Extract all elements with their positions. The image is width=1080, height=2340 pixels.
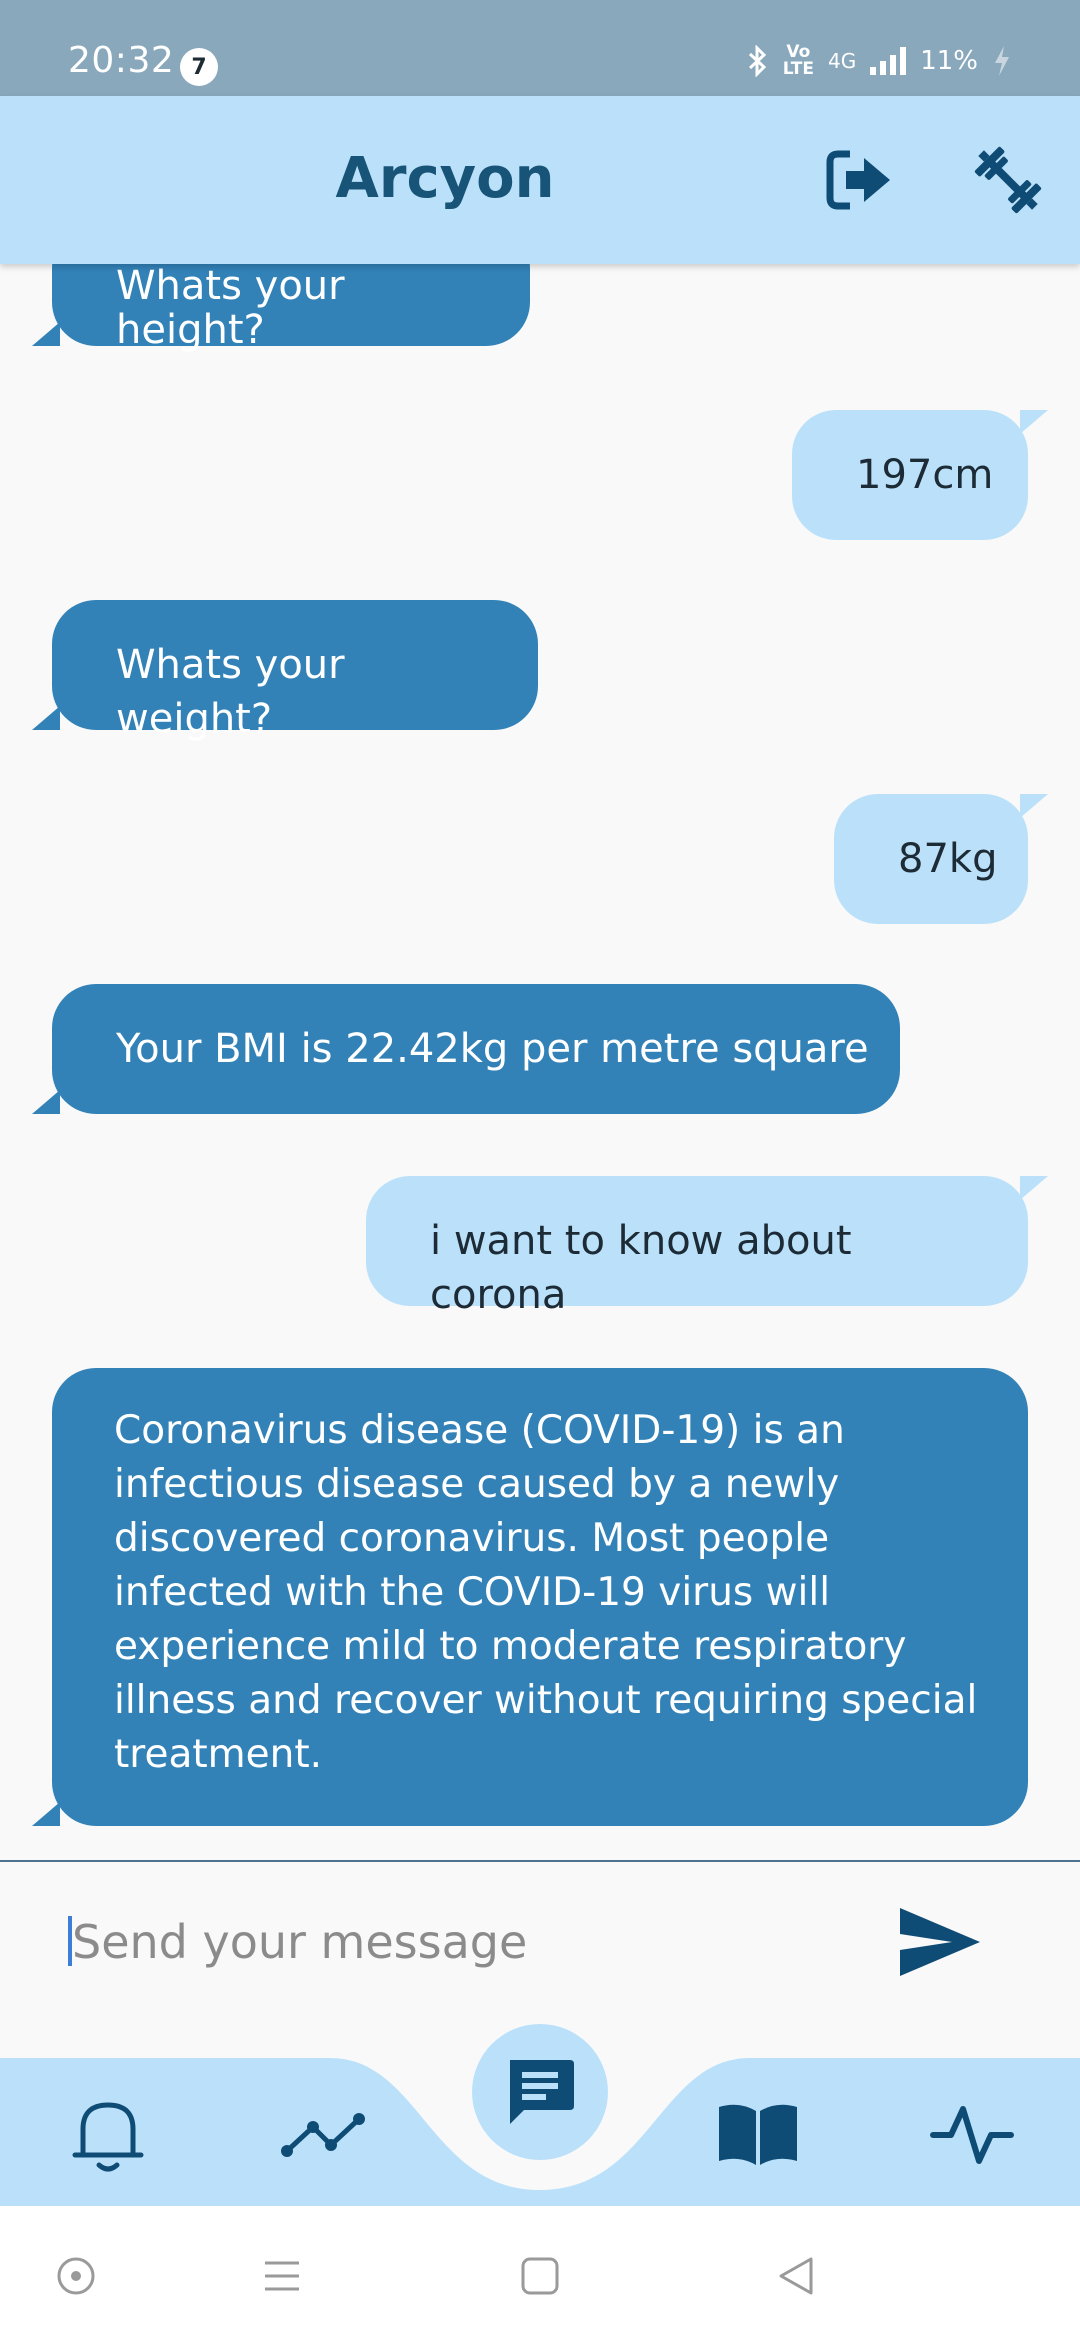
bubble-tail [1020, 1176, 1048, 1200]
bot-message-line: illness and recover without requiring sp… [114, 1678, 978, 1723]
status-bar: 20:32 7 Vo LTE 4G 11% [0, 0, 1080, 96]
bot-message: Coronavirus disease (COVID-19) is an inf… [32, 1368, 1028, 1826]
logout-icon [826, 150, 890, 210]
back-triangle-icon [779, 2257, 813, 2295]
message-input[interactable] [72, 1902, 852, 1982]
bubble-tail [32, 322, 60, 346]
assistant-button[interactable] [46, 2246, 106, 2306]
user-message: 87kg [834, 794, 1048, 924]
user-message-text: i want to know about corona [430, 1218, 852, 1318]
nav-activity[interactable] [922, 2084, 1022, 2184]
home-button[interactable] [510, 2246, 570, 2306]
book-icon [719, 2104, 797, 2165]
screen: 20:32 7 Vo LTE 4G 11% Arcyon Whats your … [0, 0, 1080, 2340]
logout-button[interactable] [820, 140, 900, 220]
send-icon [900, 1908, 980, 1976]
bot-message: Whats your height? [32, 264, 530, 352]
menu-button[interactable] [252, 2246, 312, 2306]
nav-notifications[interactable] [58, 2084, 158, 2184]
fitness-button[interactable] [968, 140, 1048, 220]
dumbbell-icon [974, 146, 1042, 214]
battery-level: 11% [920, 46, 978, 76]
user-message-text: 87kg [898, 836, 998, 882]
user-message: i want to know about corona [366, 1176, 1048, 1318]
bot-message-line: experience mild to moderate respiratory [114, 1624, 907, 1669]
volte-indicator: Vo LTE [783, 44, 814, 78]
bot-message-line: Coronavirus disease (COVID-19) is an [114, 1408, 845, 1453]
chat-messages[interactable]: Whats your height? 197cm Whats your weig… [0, 264, 1080, 1860]
nav-library[interactable] [708, 2084, 808, 2184]
notification-badge: 7 [180, 48, 218, 86]
bot-message: Whats your weight? [32, 600, 538, 742]
network-type: 4G [827, 49, 857, 73]
bot-message-line: infected with the COVID-19 virus will [114, 1570, 831, 1615]
bubble-tail [1020, 794, 1048, 818]
chat-icon [510, 2060, 574, 2124]
bubble-tail [32, 1802, 60, 1826]
bot-message-line: treatment. [114, 1732, 323, 1777]
status-time: 20:32 [68, 40, 175, 81]
bottom-navigation [0, 2024, 1080, 2206]
charging-icon [995, 46, 1009, 76]
bubble-tail [32, 706, 60, 730]
user-message: 197cm [792, 410, 1048, 540]
nav-progress[interactable] [274, 2084, 374, 2184]
bot-message-line: discovered coronavirus. Most people [114, 1516, 830, 1561]
dot-circle-icon [57, 2257, 95, 2295]
back-button[interactable] [766, 2246, 826, 2306]
bluetooth-icon [748, 45, 766, 77]
menu-icon [265, 2261, 299, 2291]
app-title: Arcyon [335, 146, 555, 211]
volte-label: Vo LTE [782, 42, 814, 79]
signal-icon [870, 47, 907, 75]
bot-message-line: infectious disease caused by a newly [114, 1462, 840, 1507]
activity-icon [930, 2106, 1014, 2164]
bot-message-text: Whats your weight? [116, 642, 345, 742]
bubble-tail [32, 1090, 60, 1114]
bot-message: Your BMI is 22.42kg per metre square [32, 984, 900, 1114]
square-icon [521, 2257, 559, 2295]
user-message-text: 197cm [856, 452, 994, 498]
bubble-tail [1020, 410, 1048, 434]
nav-chat[interactable] [472, 2024, 608, 2160]
bell-icon [72, 2102, 144, 2172]
status-icons: Vo LTE 4G 11% [747, 44, 1012, 78]
send-button[interactable] [898, 1904, 982, 1980]
app-bar: Arcyon [0, 96, 1080, 264]
bot-message-text: Whats your height? [116, 264, 345, 353]
system-navigation-bar [0, 2206, 1080, 2340]
bot-message-text: Your BMI is 22.42kg per metre square [116, 1026, 869, 1072]
chart-line-icon [281, 2113, 365, 2157]
